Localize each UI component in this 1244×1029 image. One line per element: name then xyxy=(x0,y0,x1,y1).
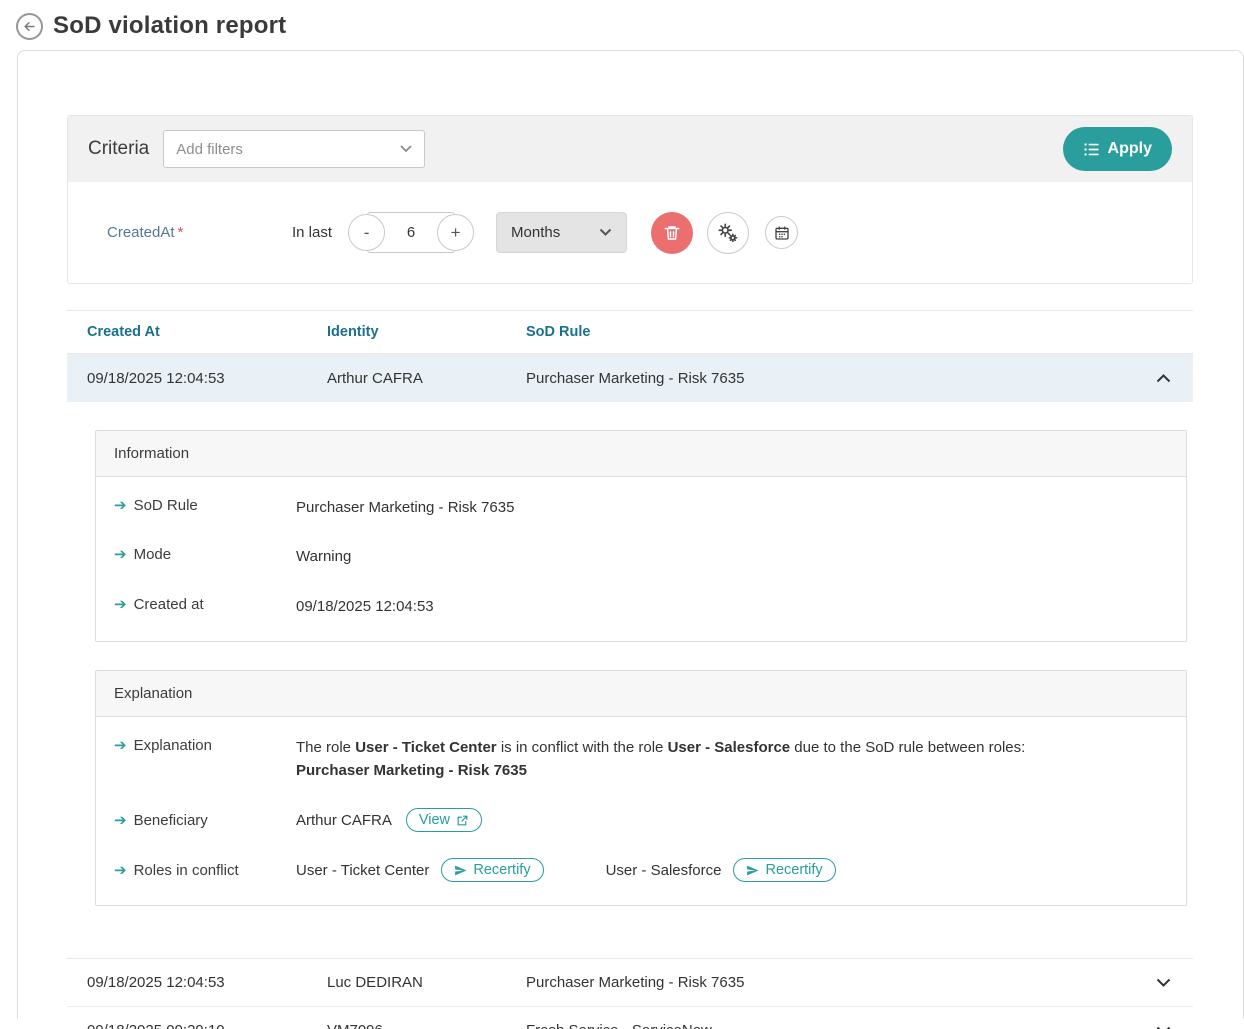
recertify-label: Recertify xyxy=(765,862,822,878)
expand-row-button[interactable] xyxy=(1156,978,1193,988)
info-created-row: ➔ Created at 09/18/2025 12:04:53 xyxy=(114,582,1168,631)
cell-identity: Luc DEDIRAN xyxy=(327,974,526,991)
apply-label: Apply xyxy=(1108,140,1152,158)
createdat-filter-row: CreatedAt* In last - + Months xyxy=(68,182,1192,283)
add-filters-placeholder: Add filters xyxy=(176,141,400,158)
apply-button[interactable]: Apply xyxy=(1063,127,1172,171)
criteria-panel: Criteria Add filters Apply Create xyxy=(67,115,1193,284)
info-created-label: Created at xyxy=(134,596,204,613)
info-created-value: 09/18/2025 12:04:53 xyxy=(296,595,1168,618)
arrow-right-icon: ➔ xyxy=(114,496,127,514)
cell-sod-rule: Purchaser Marketing - Risk 7635 xyxy=(526,370,1133,387)
view-button[interactable]: View xyxy=(406,808,482,832)
recertify-button[interactable]: Recertify xyxy=(441,858,543,882)
cell-sod-rule: Fresh Service - ServiceNow xyxy=(526,1022,1133,1029)
in-last-label: In last xyxy=(292,224,332,241)
chevron-up-icon xyxy=(1156,373,1171,383)
explanation-label: Explanation xyxy=(134,737,212,754)
collapse-row-button[interactable] xyxy=(1156,373,1193,383)
list-icon xyxy=(1083,141,1100,158)
filter-name-label: CreatedAt* xyxy=(107,224,292,241)
chevron-down-icon xyxy=(599,228,612,237)
arrow-left-icon xyxy=(22,19,37,34)
chevron-down-icon xyxy=(1156,978,1171,988)
info-sod-rule-label: SoD Rule xyxy=(134,497,198,514)
beneficiary-name: Arthur CAFRA xyxy=(296,809,392,832)
decrement-button[interactable]: - xyxy=(348,214,385,251)
paper-plane-icon xyxy=(454,864,467,877)
col-header-created-at: Created At xyxy=(87,324,327,340)
paper-plane-icon xyxy=(746,864,759,877)
arrow-right-icon: ➔ xyxy=(114,736,127,754)
filter-name-text: CreatedAt xyxy=(107,224,175,241)
table-row[interactable]: 09/18/2025 12:04:53 Luc DEDIRAN Purchase… xyxy=(67,958,1193,1006)
explanation-row: ➔ Explanation The role User - Ticket Cent… xyxy=(114,723,1168,796)
explanation-box: Explanation ➔ Explanation The role User -… xyxy=(95,670,1187,907)
cell-identity: Arthur CAFRA xyxy=(327,370,526,387)
add-filters-select[interactable]: Add filters xyxy=(163,130,425,168)
col-header-identity: Identity xyxy=(327,324,526,340)
recertify-label: Recertify xyxy=(473,862,530,878)
recertify-button[interactable]: Recertify xyxy=(733,858,835,882)
criteria-bar: Criteria Add filters Apply xyxy=(68,116,1192,182)
information-box: Information ➔ SoD Rule Purchaser Marketin… xyxy=(95,430,1187,642)
cell-identity: VM7096 xyxy=(327,1022,526,1029)
roles-in-conflict-row: ➔Roles in conflict User - Ticket Center … xyxy=(114,845,1168,895)
roles-label: Roles in conflict xyxy=(134,862,239,879)
info-sod-rule-value: Purchaser Marketing - Risk 7635 xyxy=(296,496,1168,519)
violations-table: Created At Identity SoD Rule 09/18/2025 … xyxy=(67,310,1193,1029)
row-detail: Information ➔ SoD Rule Purchaser Marketin… xyxy=(67,402,1193,958)
col-header-sod-rule: SoD Rule xyxy=(526,324,1133,340)
table-header-row: Created At Identity SoD Rule xyxy=(67,310,1193,354)
conflict-role-name: User - Ticket Center xyxy=(296,859,429,882)
beneficiary-label: Beneficiary xyxy=(134,812,208,829)
trash-icon xyxy=(663,224,681,242)
table-row[interactable]: 09/18/2025 09:29:10 VM7096 Fresh Service… xyxy=(67,1006,1193,1029)
information-box-title: Information xyxy=(96,431,1186,477)
info-mode-row: ➔ Mode Warning xyxy=(114,532,1168,581)
calendar-icon xyxy=(774,225,790,241)
conflict-role-name: User - Salesforce xyxy=(606,859,722,882)
report-card: Criteria Add filters Apply Create xyxy=(17,50,1244,1019)
unit-select[interactable]: Months xyxy=(496,212,627,253)
info-sod-rule-row: ➔ SoD Rule Purchaser Marketing - Risk 763… xyxy=(114,483,1168,532)
back-button[interactable] xyxy=(16,13,43,40)
explanation-box-title: Explanation xyxy=(96,671,1186,717)
increment-button[interactable]: + xyxy=(437,214,474,251)
required-asterisk: * xyxy=(178,224,184,241)
view-button-label: View xyxy=(419,812,450,828)
arrow-right-icon: ➔ xyxy=(114,595,127,613)
delete-filter-button[interactable] xyxy=(651,212,693,254)
arrow-right-icon: ➔ xyxy=(114,545,127,563)
beneficiary-row: ➔ Beneficiary Arthur CAFRA View xyxy=(114,795,1168,845)
unit-select-value: Months xyxy=(511,224,599,241)
page-title: SoD violation report xyxy=(53,12,286,40)
info-mode-value: Warning xyxy=(296,545,1168,568)
external-link-icon xyxy=(456,814,469,827)
gears-icon xyxy=(717,222,739,244)
caret-down-icon xyxy=(400,145,412,153)
cell-sod-rule: Purchaser Marketing - Risk 7635 xyxy=(526,974,1133,991)
duration-stepper: - + xyxy=(348,212,474,253)
settings-button[interactable] xyxy=(707,212,749,254)
cell-created-at: 09/18/2025 12:04:53 xyxy=(87,974,327,991)
arrow-right-icon: ➔ xyxy=(114,861,127,879)
table-row[interactable]: 09/18/2025 12:04:53 Arthur CAFRA Purchas… xyxy=(67,354,1193,402)
info-mode-label: Mode xyxy=(134,546,172,563)
explanation-text: The role User - Ticket Center is in conf… xyxy=(296,736,1168,783)
arrow-right-icon: ➔ xyxy=(114,811,127,829)
cell-created-at: 09/18/2025 12:04:53 xyxy=(87,370,327,387)
cell-created-at: 09/18/2025 09:29:10 xyxy=(87,1022,327,1029)
criteria-label: Criteria xyxy=(88,138,149,160)
page-header: SoD violation report xyxy=(0,0,1244,50)
calendar-button[interactable] xyxy=(765,216,798,249)
